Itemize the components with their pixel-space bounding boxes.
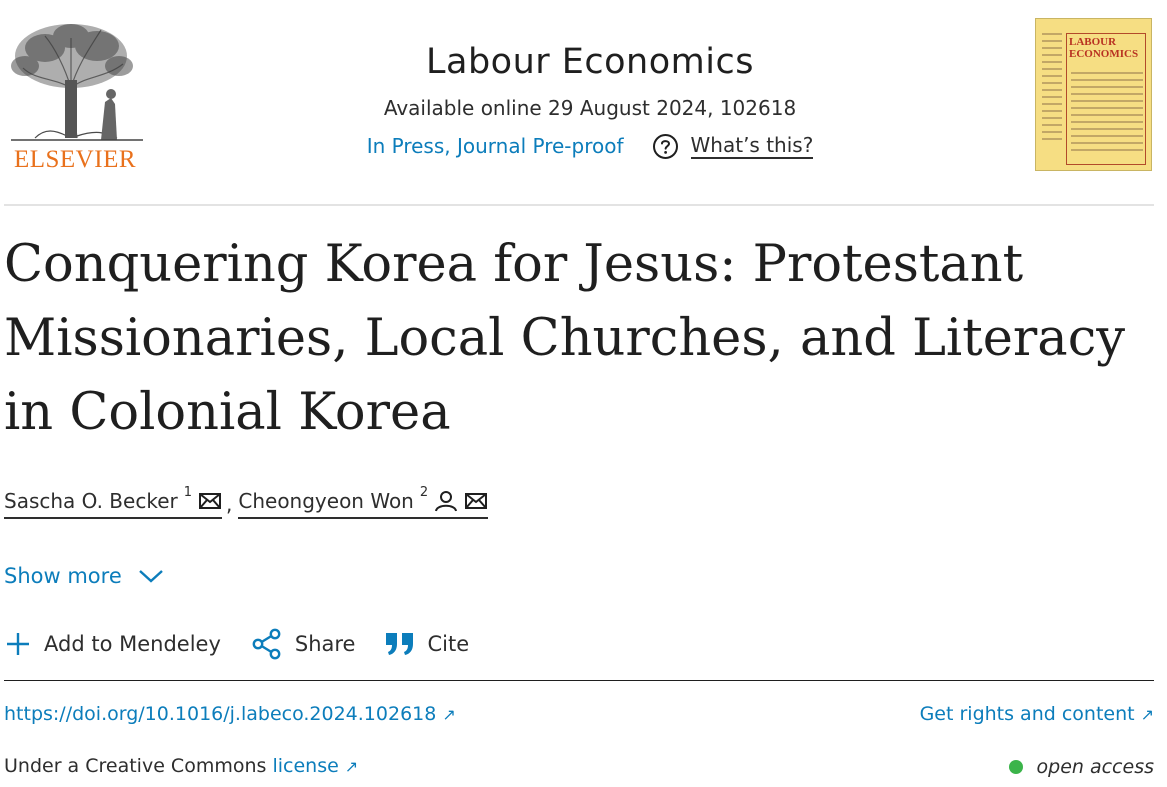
- chevron-down-icon: [138, 570, 163, 583]
- author-becker[interactable]: Sascha O. Becker 1: [4, 485, 223, 519]
- share-label: Share: [294, 632, 356, 656]
- person-icon: [435, 491, 458, 512]
- share-icon: [252, 628, 281, 660]
- elsevier-tree-icon: [11, 24, 143, 141]
- license-link-text: license: [272, 755, 339, 777]
- author-name: Sascha O. Becker: [4, 489, 178, 513]
- cover-side-text: [1042, 33, 1062, 145]
- external-arrow-icon: ↗: [442, 705, 456, 724]
- mail-icon: [199, 493, 222, 509]
- article-title: Conquering Korea for Jesus: Protestant M…: [4, 235, 1126, 442]
- whats-this-button[interactable]: What’s this?: [652, 133, 814, 160]
- mendeley-label: Add to Mendeley: [44, 632, 221, 656]
- cite-button[interactable]: Cite: [385, 628, 469, 660]
- help-circle-icon: [652, 133, 678, 159]
- elsevier-logo[interactable]: ELSEVIER: [5, 18, 145, 174]
- get-rights-link[interactable]: Get rights and content ↗: [920, 700, 1154, 729]
- author-won[interactable]: Cheongyeon Won 2: [238, 485, 489, 519]
- journal-title[interactable]: Labour Economics: [290, 40, 890, 84]
- author-separator: ,: [226, 492, 233, 516]
- article-status-row: In Press, Journal Pre-proof What’s this?: [290, 132, 890, 160]
- whats-this-label: What’s this?: [690, 133, 814, 159]
- journal-title-link[interactable]: Labour Economics: [426, 42, 754, 82]
- actions-divider: [4, 680, 1154, 681]
- cover-panel: LABOUR ECONOMICS: [1066, 33, 1146, 165]
- in-press-status[interactable]: In Press, Journal Pre-proof: [367, 132, 624, 160]
- cover-title: LABOUR ECONOMICS: [1069, 36, 1139, 60]
- author-list: Sascha O. Becker 1 , Cheongyeon Won 2: [4, 485, 489, 519]
- plus-icon: [7, 633, 29, 655]
- author-name: Cheongyeon Won: [238, 489, 414, 513]
- external-arrow-icon: ↗: [1140, 705, 1154, 724]
- journal-info: Labour Economics Available online 29 Aug…: [290, 40, 890, 160]
- doi-row: https://doi.org/10.1016/j.labeco.2024.10…: [4, 700, 1154, 729]
- article-actions: Add to Mendeley Share Cite: [4, 628, 499, 660]
- author-affiliation-ref: 1: [183, 485, 193, 500]
- availability-text: Available online 29 August 2024, 102618: [383, 96, 797, 120]
- article-header: ELSEVIER Labour Economics Available onli…: [0, 0, 1167, 206]
- license-prefix: Under a Creative Commons: [4, 755, 267, 777]
- license-statement: Under a Creative Commons license ↗: [4, 752, 358, 781]
- show-more-button[interactable]: Show more: [4, 561, 164, 591]
- share-button[interactable]: Share: [251, 628, 356, 660]
- open-access-dot-icon: [1008, 759, 1023, 774]
- author-affiliation-ref: 2: [419, 485, 429, 500]
- doi-link[interactable]: https://doi.org/10.1016/j.labeco.2024.10…: [4, 700, 456, 729]
- elsevier-wordmark: ELSEVIER: [13, 146, 137, 173]
- external-arrow-icon: ↗: [344, 757, 359, 776]
- journal-cover-image[interactable]: LABOUR ECONOMICS: [1035, 18, 1152, 171]
- add-to-mendeley-button[interactable]: Add to Mendeley: [4, 628, 221, 660]
- header-divider: [4, 204, 1154, 206]
- quote-icon: [386, 633, 414, 655]
- open-access-label: open access: [1036, 755, 1154, 778]
- get-rights-text: Get rights and content: [919, 703, 1135, 725]
- cite-label: Cite: [427, 632, 470, 656]
- doi-text: https://doi.org/10.1016/j.labeco.2024.10…: [4, 703, 437, 725]
- license-row: Under a Creative Commons license ↗ open a…: [4, 752, 1154, 781]
- show-more-label: Show more: [4, 564, 122, 588]
- license-link[interactable]: license ↗: [272, 755, 358, 777]
- article-page: ELSEVIER Labour Economics Available onli…: [0, 0, 1167, 787]
- open-access-badge: open access: [1008, 752, 1154, 781]
- cover-contents: [1071, 72, 1143, 156]
- mail-icon: [465, 493, 488, 509]
